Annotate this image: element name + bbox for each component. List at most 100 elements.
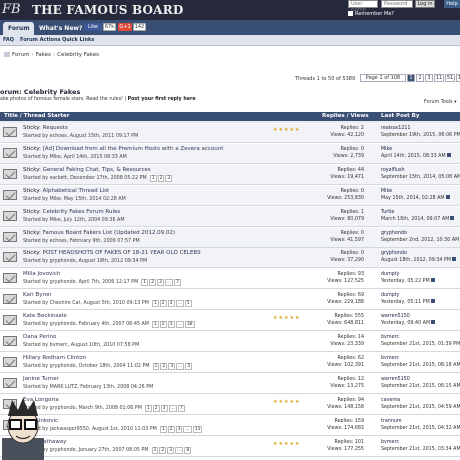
home-icon[interactable] xyxy=(4,52,10,57)
thread-page-link[interactable]: 1 xyxy=(144,404,152,412)
thread-title-link[interactable]: Requests xyxy=(43,125,68,131)
thread-title[interactable]: Sticky: Alphabetical Thread List xyxy=(23,188,109,194)
thread-title-link[interactable]: Alphabetical Thread List xyxy=(43,188,109,194)
go-to-last-post-icon[interactable] xyxy=(430,278,435,283)
thread-title[interactable]: Sticky: [Ad] Download from all the Premi… xyxy=(23,146,223,152)
go-to-last-post-icon[interactable] xyxy=(431,320,436,325)
thread-page-link[interactable]: 5 xyxy=(184,300,192,308)
table-row[interactable]: Anne Hathaway Started by gryphondo, Janua… xyxy=(0,436,460,457)
thread-page-link[interactable]: 2 xyxy=(159,321,167,329)
table-row[interactable]: Milla Jovovich Started by gryphondo, Apri… xyxy=(0,269,460,290)
thread-title-link[interactable]: Kate Beckinsale xyxy=(23,313,67,319)
last-post-user[interactable]: bvmerc xyxy=(381,335,399,340)
tab-whats-new[interactable]: What's New? xyxy=(34,22,87,35)
last-post-user[interactable]: bvmerc xyxy=(381,356,399,361)
thread-title[interactable]: Sticky: Celebrity Fakes Forum Rules xyxy=(23,209,120,215)
thread-page-link[interactable]: 1 xyxy=(152,362,160,370)
thread-page-link[interactable]: ... xyxy=(176,362,185,370)
col-title-header[interactable]: Title / Thread Starter xyxy=(4,113,69,119)
google-plus-button[interactable]: G+1 xyxy=(118,23,132,31)
post-first-reply-link[interactable]: Post your first reply here xyxy=(128,97,196,102)
thread-title-link[interactable]: Celebrity Fakes Forum Rules xyxy=(43,209,121,215)
checkbox-box[interactable] xyxy=(348,11,353,16)
page-dropdown[interactable]: Page 1 of 108 xyxy=(360,74,406,82)
chevron-down-icon[interactable]: ▾ xyxy=(454,100,456,105)
facebook-like-button[interactable]: Like xyxy=(84,23,102,31)
col-stats-header[interactable]: Replies / Views xyxy=(322,113,369,119)
thread-title-link[interactable]: [Ad] Download from all the Premium Hosts… xyxy=(43,146,224,152)
last-post-user[interactable]: warren5150 xyxy=(381,314,410,319)
last-post-user[interactable]: dumpty xyxy=(381,272,400,277)
remember-me-checkbox[interactable]: Remember Me? xyxy=(348,11,394,17)
thread-page-link[interactable]: 2 xyxy=(167,425,175,433)
thread-title[interactable]: Sticky: POST HEADSHOTS OF FAKES OF 18-21… xyxy=(23,250,201,256)
last-post-user[interactable]: warren5150 xyxy=(381,377,410,382)
last-post-user[interactable]: royalflush xyxy=(381,168,405,173)
thread-title[interactable]: Janine Turner xyxy=(23,376,59,382)
last-post-user[interactable]: Mike xyxy=(381,189,392,194)
thread-title-link[interactable]: General Faking Chat, Tips, & Resources xyxy=(43,167,151,173)
help-button[interactable]: Help xyxy=(444,0,460,8)
last-post-user[interactable]: bvmerc xyxy=(381,440,399,445)
quick-links-link[interactable]: Quick Links xyxy=(62,37,94,43)
thread-page-link[interactable]: 1 xyxy=(149,174,157,182)
thread-page-link[interactable]: 38 xyxy=(184,321,195,329)
last-post-user[interactable]: dumpty xyxy=(381,293,400,298)
table-row[interactable]: Kate Beckinsale Started by gryphondo, Feb… xyxy=(0,311,460,332)
last-post-user[interactable]: gryphondo xyxy=(381,231,407,236)
thread-title[interactable]: Sticky: Requests xyxy=(23,125,68,131)
username-input[interactable]: User Name xyxy=(348,0,378,13)
thread-title-link[interactable]: Milla Jovovich xyxy=(23,271,60,277)
table-row[interactable]: Sticky: Celebrity Fakes Forum Rules Start… xyxy=(0,206,460,227)
thread-title[interactable]: Kate Beckinsale xyxy=(23,313,67,319)
thread-page-link[interactable]: 1 xyxy=(151,321,159,329)
thread-title-link[interactable]: Kari Byron xyxy=(23,292,51,298)
thread-page-link[interactable]: ... xyxy=(164,279,174,287)
table-row[interactable]: Sticky: Famous Board Fakers List (Update… xyxy=(0,227,460,248)
last-post-user[interactable]: realsox1211 xyxy=(381,126,410,131)
thread-page-link[interactable]: 1 xyxy=(159,425,167,433)
table-row[interactable]: Sticky: [Ad] Download from all the Premi… xyxy=(0,143,460,164)
thread-page-link[interactable]: 3 xyxy=(168,362,176,370)
thread-page-link[interactable]: 2 xyxy=(160,362,168,370)
table-row[interactable]: Kari Sinkovic Started by jackwaspor9550, … xyxy=(0,415,460,436)
table-row[interactable]: Eva Longoria Started by gryphondo, March … xyxy=(0,394,460,415)
forum-actions-link[interactable]: Forum Actions xyxy=(20,37,61,43)
col-last-header[interactable]: Last Post By xyxy=(381,113,419,119)
last-post-user[interactable]: Mike xyxy=(381,147,392,152)
table-row[interactable]: Kari Byron Started by Cheshire Cat, Augus… xyxy=(0,290,460,311)
forum-tools-label[interactable]: Forum Tools xyxy=(424,100,453,105)
logo-mark[interactable]: FB xyxy=(2,1,28,19)
thread-page-link[interactable]: 8 xyxy=(184,446,192,454)
thread-title[interactable]: Hillary Rodham Clinton xyxy=(23,355,86,361)
page-link[interactable]: 1 xyxy=(407,74,415,82)
thread-page-link[interactable]: 7 xyxy=(174,279,182,287)
thread-page-link[interactable]: 2 xyxy=(159,446,167,454)
breadcrumb-current[interactable]: Celebrity Fakes xyxy=(57,52,99,58)
table-row[interactable]: Hillary Rodham Clinton Started by gryphon… xyxy=(0,352,460,373)
thread-page-link[interactable]: 3 xyxy=(165,174,173,182)
forum-tools-menu[interactable]: Forum Tools ▾ xyxy=(424,100,457,105)
thread-page-link[interactable]: 3 xyxy=(167,446,175,454)
go-to-last-post-icon[interactable] xyxy=(450,215,455,220)
go-to-last-post-icon[interactable] xyxy=(445,194,450,199)
thread-page-link[interactable]: ... xyxy=(175,446,184,454)
page-link[interactable]: 3 xyxy=(425,74,433,82)
page-link[interactable]: 10 xyxy=(456,74,460,82)
login-button[interactable]: Log in xyxy=(415,0,435,8)
thread-title[interactable]: Kari Byron xyxy=(23,292,51,298)
thread-page-link[interactable]: 1 xyxy=(151,300,159,308)
table-row[interactable]: Sticky: Requests Started by echoes, Augus… xyxy=(0,123,460,143)
password-input[interactable]: Password xyxy=(381,0,413,8)
last-post-user[interactable]: caverna xyxy=(381,398,400,403)
thread-title-link[interactable]: Hillary Rodham Clinton xyxy=(23,355,86,361)
go-to-last-post-icon[interactable] xyxy=(446,152,451,157)
thread-title[interactable]: Sticky: General Faking Chat, Tips, & Res… xyxy=(23,167,151,173)
thread-title[interactable]: Sticky: Famous Board Fakers List (Update… xyxy=(23,230,175,236)
thread-page-link[interactable]: 11 xyxy=(192,425,203,433)
table-row[interactable]: Sticky: General Faking Chat, Tips, & Res… xyxy=(0,164,460,185)
site-logo[interactable]: THE FAMOUS BOARD xyxy=(32,3,183,17)
thread-page-link[interactable]: 7 xyxy=(177,404,185,412)
page-link[interactable]: 11 xyxy=(434,74,444,82)
page-link[interactable]: 51 xyxy=(445,74,455,82)
